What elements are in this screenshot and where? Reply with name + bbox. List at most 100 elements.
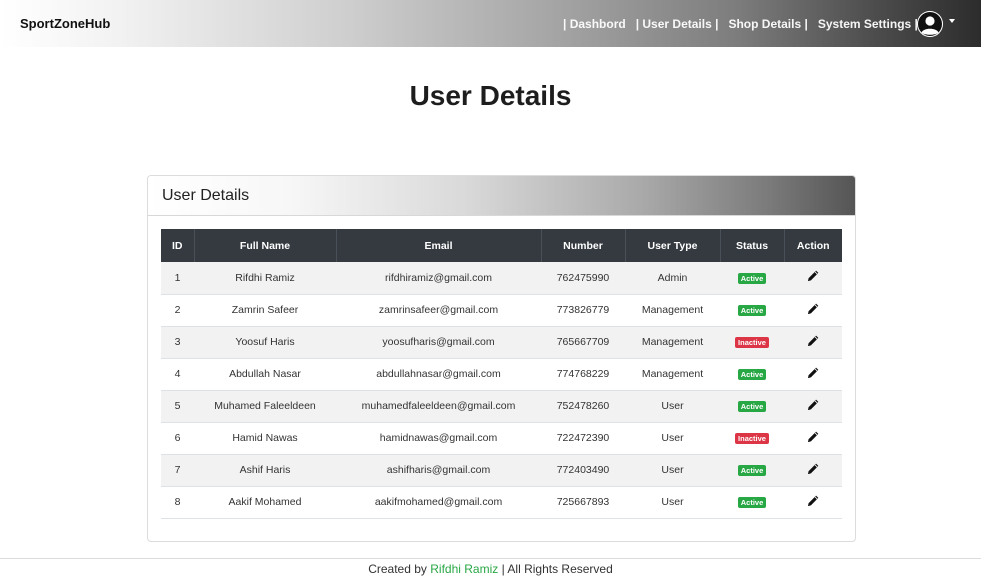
- cell-number: 774768229: [541, 358, 625, 391]
- pencil-icon[interactable]: [807, 431, 819, 443]
- cell-status: Active: [720, 294, 784, 327]
- cell-id: 4: [161, 358, 194, 391]
- cell-id: 6: [161, 422, 194, 455]
- pencil-icon[interactable]: [807, 270, 819, 282]
- cell-full-name: Hamid Nawas: [194, 422, 336, 455]
- status-badge: Active: [737, 272, 767, 284]
- cell-full-name: Zamrin Safeer: [194, 294, 336, 327]
- status-badge: Active: [737, 304, 767, 317]
- cell-id: 1: [161, 262, 194, 295]
- status-badge: Active: [737, 496, 767, 509]
- cell-action: [784, 262, 842, 295]
- header-action: Action: [784, 229, 842, 262]
- cell-full-name: Rifdhi Ramiz: [194, 262, 336, 295]
- cell-email: hamidnawas@gmail.com: [336, 422, 541, 455]
- cell-status: Active: [720, 454, 784, 487]
- nav-link-user-details[interactable]: | User Details |: [636, 17, 719, 31]
- top-navbar: SportZoneHub | Dashbord | User Details |…: [0, 0, 981, 47]
- cell-number: 762475990: [541, 262, 625, 295]
- header-status: Status: [720, 229, 785, 262]
- cell-user-type: User: [625, 422, 720, 455]
- cell-user-type: Management: [625, 358, 720, 391]
- cell-id: 8: [161, 486, 194, 519]
- status-badge: Active: [737, 464, 767, 477]
- user-table: ID Full Name Email Number User Type Stat…: [161, 229, 842, 519]
- nav-link-shop-details[interactable]: Shop Details |: [728, 17, 807, 31]
- user-table-wrapper: ID Full Name Email Number User Type Stat…: [161, 229, 842, 519]
- cell-action: [784, 454, 842, 487]
- card-header: User Details: [148, 176, 855, 216]
- page-title: User Details: [409, 80, 572, 111]
- cell-status: Active: [720, 390, 784, 423]
- status-badge: Active: [737, 368, 767, 381]
- cell-email: muhamedfaleeldeen@gmail.com: [336, 390, 541, 423]
- cell-full-name: Muhamed Faleeldeen: [194, 390, 336, 423]
- cell-number: 722472390: [541, 422, 625, 455]
- cell-action: [784, 326, 842, 359]
- user-menu-dropdown[interactable]: [917, 11, 955, 37]
- status-badge: Inactive: [735, 432, 769, 445]
- table-row: 4 Abdullah Nasar abdullahnasar@gmail.com 77…: [161, 358, 842, 391]
- card-title: User Details: [162, 186, 250, 204]
- cell-email: ashifharis@gmail.com: [336, 454, 541, 487]
- cell-number: 725667893: [541, 486, 625, 519]
- table-row: 3 Yoosuf Haris yoosufharis@gmail.com 765667…: [161, 326, 842, 359]
- header-email: Email: [336, 229, 542, 262]
- header-full-name: Full Name: [194, 229, 337, 262]
- pencil-icon[interactable]: [807, 495, 819, 507]
- nav-links: | Dashbord | User Details | Shop Details…: [563, 17, 918, 31]
- cell-full-name: Yoosuf Haris: [194, 326, 336, 359]
- cell-action: [784, 390, 842, 423]
- cell-user-type: Management: [625, 294, 720, 327]
- chevron-down-icon: [949, 19, 955, 23]
- header-id: ID: [161, 229, 195, 262]
- footer: Created by Rifdhi Ramiz | All Rights Res…: [0, 562, 981, 576]
- cell-user-type: Admin: [625, 262, 720, 295]
- table-row: 5 Muhamed Faleeldeen muhamedfaleeldeen@gma…: [161, 390, 842, 423]
- table-row: 6 Hamid Nawas hamidnawas@gmail.com 72247239…: [161, 422, 842, 455]
- cell-number: 772403490: [541, 454, 625, 487]
- cell-user-type: User: [625, 390, 720, 423]
- cell-status: Inactive: [720, 326, 784, 359]
- footer-suffix: | All Rights Reserved: [501, 562, 613, 576]
- pencil-icon[interactable]: [807, 463, 819, 475]
- header-user-type: User Type: [625, 229, 721, 262]
- cell-full-name: Abdullah Nasar: [194, 358, 336, 391]
- pencil-icon[interactable]: [807, 303, 819, 315]
- brand-logo[interactable]: SportZoneHub: [20, 16, 110, 31]
- footer-author-link[interactable]: Rifdhi Ramiz: [430, 562, 498, 576]
- nav-link-dashboard[interactable]: | Dashbord: [563, 17, 626, 31]
- cell-id: 3: [161, 326, 194, 359]
- cell-number: 752478260: [541, 390, 625, 423]
- table-row: 2 Zamrin Safeer zamrinsafeer@gmail.com 7738…: [161, 294, 842, 327]
- cell-email: zamrinsafeer@gmail.com: [336, 294, 541, 327]
- pencil-icon[interactable]: [807, 367, 819, 379]
- table-row: 7 Ashif Haris ashifharis@gmail.com 77240349…: [161, 454, 842, 487]
- user-details-card: User Details ID Full Name Email Number U…: [147, 175, 856, 542]
- cell-id: 2: [161, 294, 194, 327]
- cell-action: [784, 358, 842, 391]
- cell-email: aakifmohamed@gmail.com: [336, 486, 541, 519]
- cell-status: Active: [720, 486, 784, 519]
- pencil-icon[interactable]: [807, 399, 819, 411]
- cell-user-type: User: [625, 486, 720, 519]
- cell-status: Inactive: [720, 422, 784, 455]
- cell-action: [784, 294, 842, 327]
- table-row: 8 Aakif Mohamed aakifmohamed@gmail.com 7256…: [161, 486, 842, 519]
- table-row: 1 Rifdhi Ramiz rifdhiramiz@gmail.com 762475…: [161, 262, 842, 295]
- cell-id: 7: [161, 454, 194, 487]
- cell-email: abdullahnasar@gmail.com: [336, 358, 541, 391]
- nav-link-system-settings[interactable]: System Settings |: [818, 17, 918, 31]
- footer-divider: [0, 558, 981, 559]
- cell-user-type: User: [625, 454, 720, 487]
- cell-id: 5: [161, 390, 194, 423]
- cell-number: 765667709: [541, 326, 625, 359]
- cell-status: Active: [720, 358, 784, 391]
- footer-prefix: Created by: [368, 562, 427, 576]
- cell-email: yoosufharis@gmail.com: [336, 326, 541, 359]
- cell-full-name: Aakif Mohamed: [194, 486, 336, 519]
- pencil-icon[interactable]: [807, 335, 819, 347]
- table-body: 1 Rifdhi Ramiz rifdhiramiz@gmail.com 762475…: [161, 262, 842, 519]
- user-circle-icon: [917, 11, 943, 37]
- status-badge: Inactive: [735, 336, 769, 349]
